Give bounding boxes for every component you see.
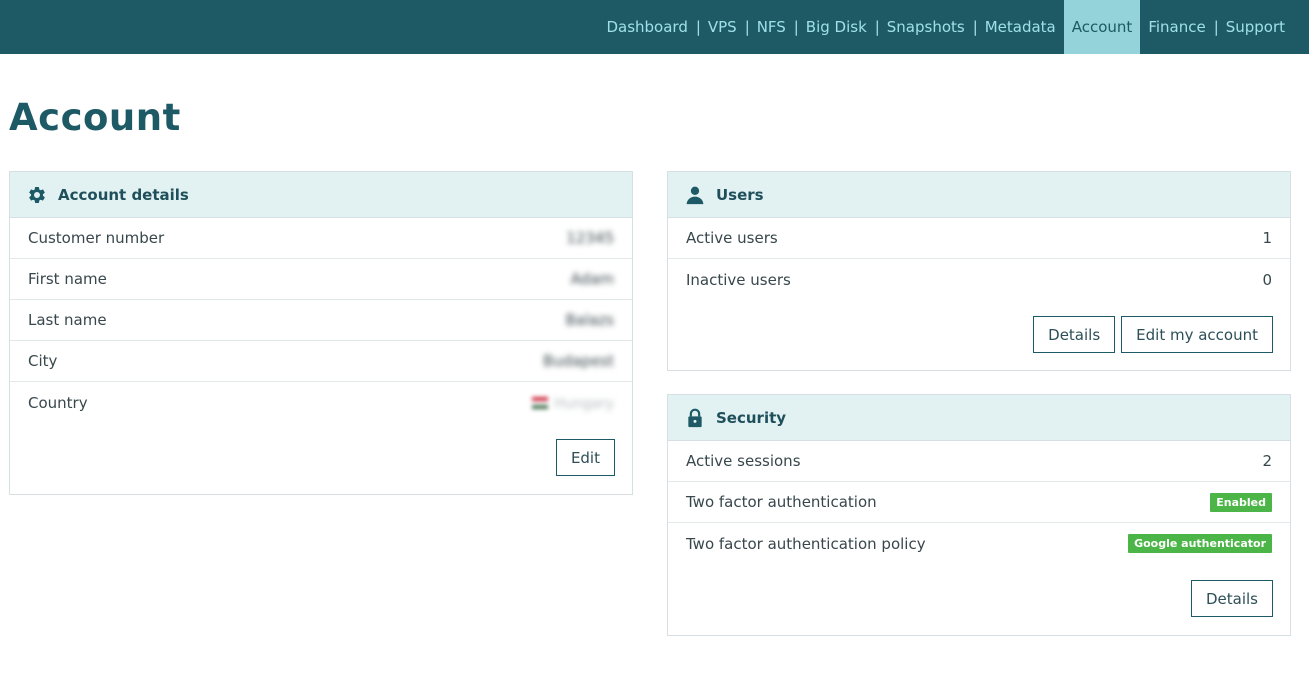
- active-users-row: Active users 1: [668, 218, 1290, 259]
- nav-item-big-disk[interactable]: Big Disk: [798, 0, 875, 54]
- country-value: Hungary: [554, 395, 614, 412]
- security-card: Security Active sessions 2 Two factor au…: [667, 394, 1291, 636]
- two-factor-policy-label: Two factor authentication policy: [686, 534, 926, 553]
- page-title: Account: [9, 96, 181, 139]
- active-sessions-value: 2: [1262, 452, 1272, 470]
- nav-item-support[interactable]: Support: [1218, 0, 1293, 54]
- nav-item-dashboard[interactable]: Dashboard: [598, 0, 695, 54]
- customer-number-value: 12345: [566, 229, 614, 247]
- first-name-row: First name Adam: [10, 259, 632, 300]
- account-details-actions: Edit: [10, 439, 632, 476]
- security-actions: Details: [668, 580, 1290, 617]
- customer-number-label: Customer number: [28, 229, 165, 247]
- top-navigation: Dashboard | VPS | NFS | Big Disk | Snaps…: [0, 0, 1309, 54]
- active-sessions-label: Active sessions: [686, 452, 801, 470]
- country-flag-icon: [532, 397, 549, 409]
- last-name-row: Last name Balazs: [10, 300, 632, 341]
- active-sessions-row: Active sessions 2: [668, 441, 1290, 482]
- users-card: Users Active users 1 Inactive users 0 De…: [667, 171, 1291, 371]
- country-row: Country Hungary: [10, 382, 632, 423]
- active-users-value: 1: [1262, 229, 1272, 247]
- two-factor-policy-badge: Google authenticator: [1128, 534, 1272, 553]
- account-details-card: Account details Customer number 12345 Fi…: [9, 171, 633, 495]
- security-header: Security: [668, 395, 1290, 441]
- two-factor-status-badge: Enabled: [1210, 492, 1272, 512]
- edit-account-details-button[interactable]: Edit: [555, 439, 615, 476]
- edit-my-account-button[interactable]: Edit my account: [1121, 316, 1273, 353]
- nav-menu: Dashboard | VPS | NFS | Big Disk | Snaps…: [598, 0, 1293, 54]
- city-label: City: [28, 352, 58, 370]
- nav-item-metadata[interactable]: Metadata: [977, 0, 1064, 54]
- users-header: Users: [668, 172, 1290, 218]
- inactive-users-value: 0: [1262, 270, 1272, 289]
- country-value-wrap: Hungary: [532, 394, 614, 412]
- first-name-label: First name: [28, 270, 107, 288]
- security-title: Security: [716, 408, 787, 427]
- first-name-value: Adam: [570, 270, 614, 288]
- nav-item-vps[interactable]: VPS: [700, 0, 745, 54]
- active-users-label: Active users: [686, 229, 778, 247]
- nav-item-account[interactable]: Account: [1063, 0, 1141, 54]
- user-icon: [684, 184, 706, 206]
- account-details-header: Account details: [10, 172, 632, 218]
- two-factor-row: Two factor authentication Enabled: [668, 482, 1290, 523]
- city-row: City Budapest: [10, 341, 632, 382]
- account-details-title: Account details: [58, 185, 189, 204]
- inactive-users-row: Inactive users 0: [668, 259, 1290, 300]
- two-factor-label: Two factor authentication: [686, 493, 877, 511]
- users-details-button[interactable]: Details: [1033, 316, 1116, 353]
- inactive-users-label: Inactive users: [686, 270, 791, 289]
- customer-number-row: Customer number 12345: [10, 218, 632, 259]
- users-title: Users: [716, 185, 764, 204]
- two-factor-policy-row: Two factor authentication policy Google …: [668, 523, 1290, 564]
- country-label: Country: [28, 393, 88, 412]
- last-name-value: Balazs: [565, 311, 614, 329]
- nav-item-finance[interactable]: Finance: [1140, 0, 1213, 54]
- security-details-button[interactable]: Details: [1190, 580, 1273, 617]
- nav-item-snapshots[interactable]: Snapshots: [879, 0, 973, 54]
- lock-icon: [684, 407, 706, 429]
- city-value: Budapest: [543, 352, 614, 370]
- nav-item-nfs[interactable]: NFS: [749, 0, 794, 54]
- gear-icon: [26, 184, 48, 206]
- last-name-label: Last name: [28, 311, 107, 329]
- users-actions: Details Edit my account: [668, 316, 1290, 353]
